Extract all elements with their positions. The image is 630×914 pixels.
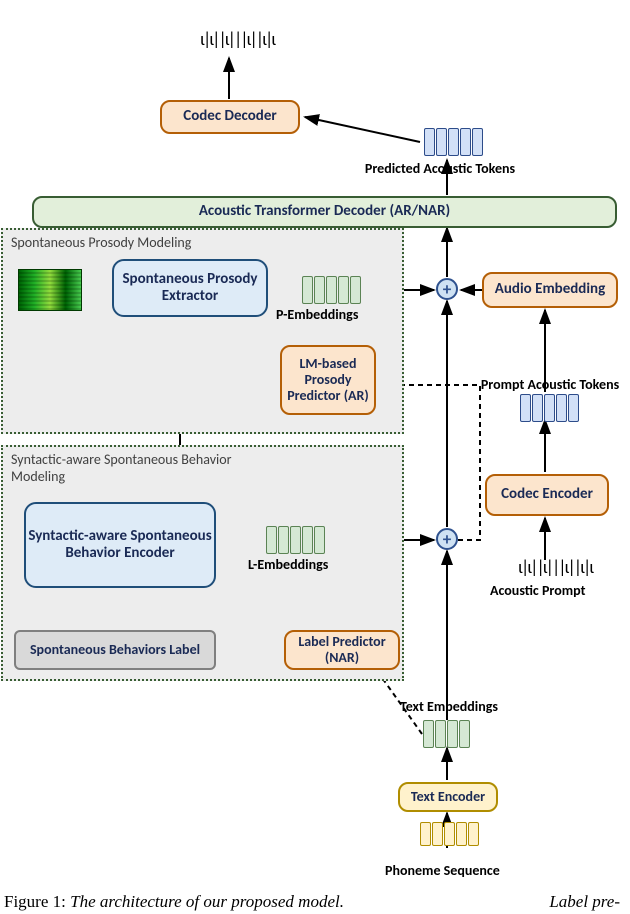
label-predictor-block: Label Predictor (NAR) xyxy=(284,630,400,670)
acoustic-decoder-block: Acoustic Transformer Decoder (AR/NAR) xyxy=(32,196,617,228)
predicted-token-bar xyxy=(436,128,447,156)
p-embedding-bar xyxy=(302,276,313,304)
spectrogram-icon xyxy=(18,269,82,311)
phoneme-token-bar xyxy=(444,822,455,846)
prompt-token-bar xyxy=(520,394,531,422)
caption-body-2: Label pre- xyxy=(549,892,624,912)
prompt-token-bar xyxy=(532,394,543,422)
phoneme-token-bar xyxy=(456,822,467,846)
module-behavior-title: Syntactic-aware Spontaneous Behavior Mod… xyxy=(11,451,241,485)
codec-decoder-block: Codec Decoder xyxy=(160,100,300,134)
p-embedding-bar xyxy=(350,276,361,304)
phoneme-token-bar xyxy=(420,822,431,846)
waveform-prompt-icon: ι|ι||ι|||ι||ι|ι xyxy=(518,556,592,578)
sum-node-1: + xyxy=(436,278,458,300)
text-embedding-bar xyxy=(423,720,434,748)
caption-body-1: The architecture of our proposed model. xyxy=(70,892,344,911)
behaviors-label-block: Spontaneous Behaviors Label xyxy=(14,630,216,670)
text-embedding-bar xyxy=(459,720,470,748)
text-encoder-block: Text Encoder xyxy=(398,782,498,812)
l-embeddings-label: L-Embeddings xyxy=(248,556,328,573)
prompt-token-bar xyxy=(568,394,579,422)
waveform-output-icon: ι|ι||ι|||ι||ι|ι xyxy=(200,28,274,50)
predicted-token-bar xyxy=(460,128,471,156)
predicted-token-bar xyxy=(424,128,435,156)
text-embedding-bar xyxy=(447,720,458,748)
caption-prefix: Figure 1: xyxy=(4,892,66,911)
l-embedding-bar xyxy=(266,526,277,554)
p-embedding-bar xyxy=(314,276,325,304)
module-prosody-title: Spontaneous Prosody Modeling xyxy=(11,234,191,251)
prompt-token-bar xyxy=(544,394,555,422)
predicted-token-bar xyxy=(472,128,483,156)
l-embedding-bar xyxy=(314,526,325,554)
prosody-extractor-block: Spontaneous Prosody Extractor xyxy=(112,259,268,317)
sum-node-2: + xyxy=(436,528,458,550)
phoneme-token-bar xyxy=(468,822,479,846)
p-embedding-bar xyxy=(338,276,349,304)
figure-caption: Figure 1: The architecture of our propos… xyxy=(4,892,624,912)
behavior-encoder-block: Syntactic-aware Spontaneous Behavior Enc… xyxy=(24,502,216,588)
text-embeddings-label: Text Embeddings xyxy=(400,698,498,715)
l-embedding-bar xyxy=(302,526,313,554)
audio-embedding-block: Audio Embedding xyxy=(482,272,618,308)
p-embedding-bar xyxy=(326,276,337,304)
codec-encoder-block: Codec Encoder xyxy=(485,474,609,516)
l-embedding-bar xyxy=(290,526,301,554)
text-embedding-bar xyxy=(435,720,446,748)
prosody-predictor-block: LM-based Prosody Predictor (AR) xyxy=(280,345,376,415)
prompt-token-bar xyxy=(556,394,567,422)
phoneme-token-bar xyxy=(432,822,443,846)
phoneme-sequence-label: Phoneme Sequence xyxy=(385,862,500,879)
acoustic-prompt-label: Acoustic Prompt xyxy=(490,582,585,599)
p-embeddings-label: P-Embeddings xyxy=(276,306,358,323)
predicted-tokens-label: Predicted Acoustic Tokens xyxy=(310,160,570,177)
prompt-tokens-label: Prompt Acoustic Tokens xyxy=(470,376,630,393)
diagram-page: Spontaneous Prosody Modeling Syntactic-a… xyxy=(0,0,630,914)
predicted-token-bar xyxy=(448,128,459,156)
l-embedding-bar xyxy=(278,526,289,554)
